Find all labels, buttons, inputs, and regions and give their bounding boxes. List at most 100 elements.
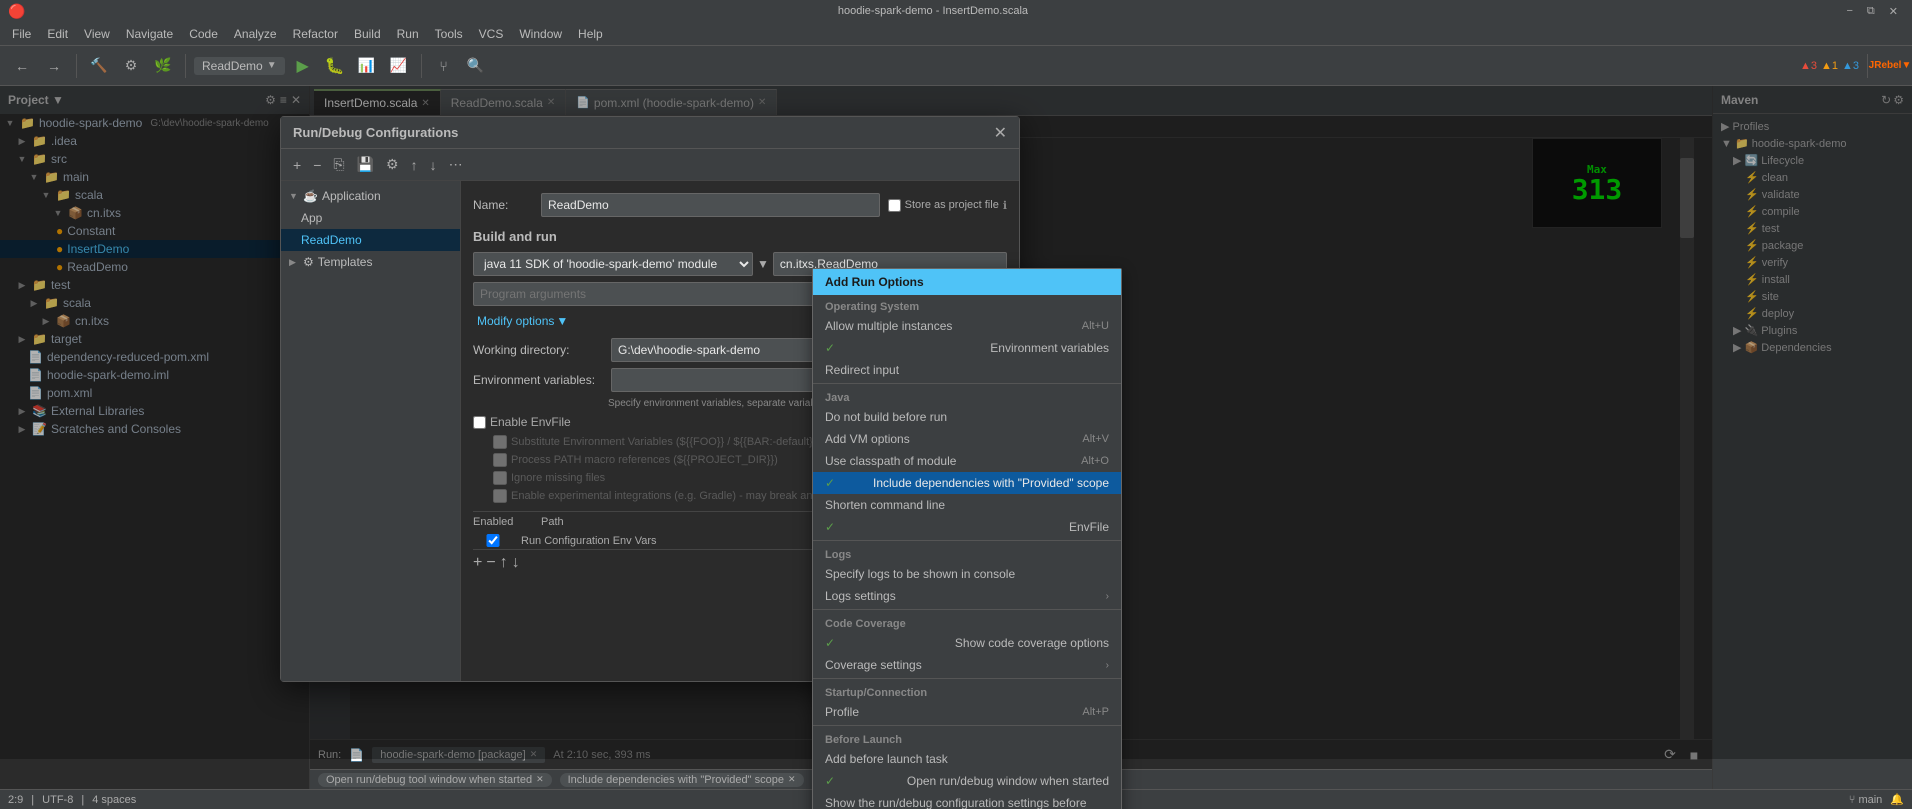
item-shortcut: Alt+V — [1082, 433, 1109, 445]
dialog-save-btn[interactable]: 💾 — [353, 154, 378, 175]
profiler-button[interactable]: 📈 — [385, 52, 413, 80]
env-vars-label: Environment variables: — [473, 373, 603, 387]
main-toolbar: ← → 🔨 ⚙ 🌿 ReadDemo ▼ ▶ 🐛 📊 📈 ⑂ 🔍 ▲3 ▲1 ▲… — [0, 46, 1912, 86]
dropdown-item-envfile[interactable]: ✓ EnvFile — [813, 516, 1121, 538]
dlg-tree-label: Templates — [318, 255, 373, 269]
error-count[interactable]: ▲3 — [1800, 60, 1817, 72]
menu-refactor[interactable]: Refactor — [285, 25, 346, 43]
search-button[interactable]: 🔍 — [462, 52, 490, 80]
dropdown-item-show-settings-before[interactable]: Show the run/debug configuration setting… — [813, 792, 1121, 809]
menu-view[interactable]: View — [76, 25, 118, 43]
dropdown-item-shorten-cmd[interactable]: Shorten command line — [813, 494, 1121, 516]
dlg-tree-app[interactable]: App — [281, 207, 460, 229]
toolbar-forward-button[interactable]: → — [40, 52, 68, 80]
dropdown-item-open-run-window[interactable]: ✓ Open run/debug window when started — [813, 770, 1121, 792]
vcs-button[interactable]: ⑂ — [430, 52, 458, 80]
minimize-button[interactable]: − — [1840, 5, 1858, 17]
dropdown-item-provided-scope[interactable]: ✓ Include dependencies with "Provided" s… — [813, 472, 1121, 494]
dlg-tree-label: ReadDemo — [301, 233, 362, 247]
dlg-tree-templates[interactable]: ▶ ⚙ Templates — [281, 251, 460, 273]
status-chip-0[interactable]: Open run/debug tool window when started … — [318, 773, 552, 787]
dropdown-item-logs-console[interactable]: Specify logs to be shown in console — [813, 563, 1121, 585]
menu-vcs[interactable]: VCS — [471, 25, 512, 43]
name-input[interactable] — [541, 193, 880, 217]
menu-run[interactable]: Run — [389, 25, 427, 43]
dialog-copy-btn[interactable]: ⎘ — [329, 154, 348, 175]
store-checkbox-label: Store as project file ℹ — [888, 199, 1007, 212]
dlg-tree-application[interactable]: ▼ ☕ Application — [281, 185, 460, 207]
close-button[interactable]: ✕ — [1883, 5, 1904, 18]
menu-tools[interactable]: Tools — [427, 25, 471, 43]
dialog-add-btn[interactable]: + — [289, 155, 305, 175]
restore-button[interactable]: ⧉ — [1861, 5, 1881, 18]
info-count[interactable]: ▲3 — [1842, 60, 1859, 72]
item-shortcut: Alt+P — [1082, 706, 1109, 718]
dropdown-item-env-vars[interactable]: ✓ Environment variables — [813, 337, 1121, 359]
dropdown-item-coverage-settings[interactable]: Coverage settings › — [813, 654, 1121, 676]
menu-navigate[interactable]: Navigate — [118, 25, 181, 43]
store-checkbox[interactable] — [888, 199, 901, 212]
coverage-button[interactable]: 📊 — [353, 52, 381, 80]
dialog-remove-btn[interactable]: − — [309, 155, 325, 175]
chip-close-icon[interactable]: ✕ — [536, 774, 544, 785]
menu-code[interactable]: Code — [181, 25, 226, 43]
dropdown-item-coverage-options[interactable]: ✓ Show code coverage options — [813, 632, 1121, 654]
menu-analyze[interactable]: Analyze — [226, 25, 285, 43]
chip-close-icon[interactable]: ✕ — [788, 774, 796, 785]
toolbar-git-button[interactable]: 🌿 — [149, 52, 177, 80]
dropdown-item-add-launch-task[interactable]: Add before launch task — [813, 748, 1121, 770]
run-config-selector[interactable]: ReadDemo ▼ — [194, 57, 285, 75]
git-branch[interactable]: ⑂ main — [1849, 794, 1883, 806]
env-check-0 — [493, 435, 507, 449]
dialog-up-btn[interactable]: ↑ — [407, 155, 422, 175]
toolbar-build-button[interactable]: 🔨 — [85, 52, 113, 80]
debug-button[interactable]: 🐛 — [321, 52, 349, 80]
modify-options-button[interactable]: Modify options ▼ — [473, 312, 572, 330]
menu-file[interactable]: File — [4, 25, 39, 43]
dropdown-item-vm-options[interactable]: Add VM options Alt+V — [813, 428, 1121, 450]
env-up-btn[interactable]: ↑ — [500, 554, 508, 572]
dropdown-section-java: Java — [813, 386, 1121, 406]
enable-envfile-checkbox[interactable] — [473, 416, 486, 429]
menu-window[interactable]: Window — [511, 25, 570, 43]
item-label: Environment variables — [990, 341, 1109, 355]
toolbar-back-button[interactable]: ← — [8, 52, 36, 80]
run-button[interactable]: ▶ — [289, 52, 317, 80]
env-text-2: Ignore missing files — [511, 472, 605, 484]
sdk-select[interactable]: java 11 SDK of 'hoodie-spark-demo' modul… — [473, 252, 753, 276]
dropdown-item-classpath[interactable]: Use classpath of module Alt+O — [813, 450, 1121, 472]
menu-help[interactable]: Help — [570, 25, 611, 43]
menu-build[interactable]: Build — [346, 25, 389, 43]
env-down-btn[interactable]: ↓ — [512, 554, 520, 572]
store-info-icon[interactable]: ℹ — [1003, 199, 1007, 212]
env-row-path: Run Configuration Env Vars — [521, 535, 657, 547]
dlg-tree-readdemo[interactable]: ReadDemo — [281, 229, 460, 251]
dropdown-item-profile[interactable]: Profile Alt+P — [813, 701, 1121, 723]
env-add-btn[interactable]: + — [473, 554, 482, 572]
dropdown-item-logs-settings[interactable]: Logs settings › — [813, 585, 1121, 607]
dropdown-item-no-build[interactable]: Do not build before run — [813, 406, 1121, 428]
name-label: Name: — [473, 198, 533, 212]
menu-edit[interactable]: Edit — [39, 25, 76, 43]
path-col-header: Path — [541, 516, 564, 528]
dialog-settings-btn[interactable]: ⚙ — [382, 154, 403, 175]
name-row: Name: Store as project file ℹ — [473, 193, 1007, 217]
check-icon: ✓ — [825, 520, 835, 534]
dropdown-divider-2 — [813, 540, 1121, 541]
notifications-icon[interactable]: 🔔 — [1890, 793, 1904, 806]
dropdown-item-allow-multiple[interactable]: Allow multiple instances Alt+U — [813, 315, 1121, 337]
enabled-col-header: Enabled — [473, 516, 533, 528]
dialog-more-btn[interactable]: ⋯ — [445, 154, 467, 175]
item-label: Shorten command line — [825, 498, 945, 512]
status-chip-1[interactable]: Include dependencies with "Provided" sco… — [560, 773, 804, 787]
toolbar-settings-button[interactable]: ⚙ — [117, 52, 145, 80]
item-label: Do not build before run — [825, 410, 947, 424]
dialog-down-btn[interactable]: ↓ — [426, 155, 441, 175]
jrebel-button[interactable]: JRebel▼ — [1876, 52, 1904, 80]
dropdown-item-redirect[interactable]: Redirect input — [813, 359, 1121, 381]
dlg-tree-label: App — [301, 211, 322, 225]
warn-count[interactable]: ▲1 — [1821, 60, 1838, 72]
env-remove-btn[interactable]: − — [486, 554, 495, 572]
env-row-checkbox[interactable] — [473, 534, 513, 547]
dialog-close-button[interactable]: ✕ — [994, 123, 1007, 143]
